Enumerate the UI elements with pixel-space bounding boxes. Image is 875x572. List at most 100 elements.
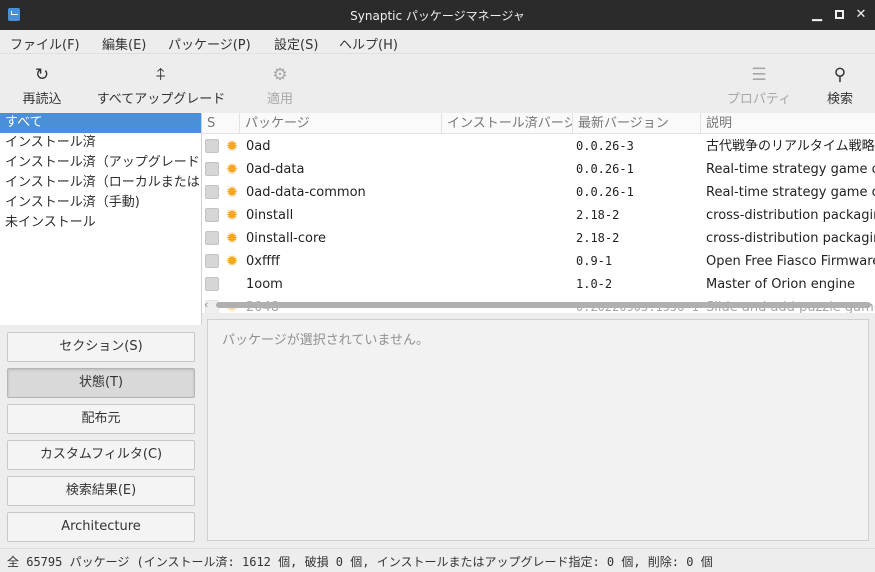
latest-version-cell: 1.0-2 bbox=[576, 277, 613, 291]
latest-version-cell: 0.0.26-1 bbox=[576, 185, 634, 199]
latest-version-cell: 2.18-2 bbox=[576, 208, 620, 222]
installed-version-cell bbox=[448, 181, 573, 204]
status-button[interactable]: 状態(T) bbox=[7, 368, 195, 398]
menu-settings[interactable]: 設定(S) bbox=[274, 34, 318, 53]
installed-version-cell bbox=[448, 135, 573, 158]
package-details-pane: パッケージが選択されていません。 bbox=[207, 319, 869, 541]
status-text: 全 65795 パッケージ (インストール済: 1612 個, 破損 0 個, … bbox=[7, 555, 713, 569]
section-button[interactable]: セクション(S) bbox=[7, 332, 195, 362]
supported-package-icon: ✹ bbox=[225, 229, 239, 247]
description-cell: Real-time strategy game of ancient warfa… bbox=[706, 162, 875, 177]
filter-item-installed[interactable]: インストール済 bbox=[0, 133, 201, 153]
filter-item-installed-local[interactable]: インストール済（ローカルまたは bbox=[0, 173, 201, 193]
search-results-button[interactable]: 検索結果(E) bbox=[7, 476, 195, 506]
upgrade-all-button[interactable]: ⍏ すべてアップグレード bbox=[92, 54, 230, 113]
description-cell: cross-distribution packaging system bbox=[706, 208, 875, 223]
description-cell: Open Free Fiasco Firmware Flasher bbox=[706, 254, 875, 269]
supported-package-icon: ✹ bbox=[225, 160, 239, 178]
custom-filter-button[interactable]: カスタムフィルタ(C) bbox=[7, 440, 195, 470]
package-checkbox[interactable] bbox=[205, 139, 219, 153]
package-name-cell: 0ad-data-common bbox=[246, 185, 366, 200]
latest-version-cell: 0.0.26-1 bbox=[576, 162, 634, 176]
reload-icon: ↻ bbox=[34, 65, 50, 85]
latest-version-cell: 2.18-2 bbox=[576, 231, 620, 245]
installed-version-cell bbox=[448, 204, 573, 227]
search-icon: ⚲ bbox=[833, 65, 847, 85]
table-row[interactable]: ✹ 0ad-data-common 0.0.26-1 Real-time strate… bbox=[202, 181, 875, 204]
close-icon[interactable]: ✕ bbox=[852, 6, 870, 24]
window-title: Synaptic パッケージマネージャ bbox=[350, 9, 525, 23]
architecture-button[interactable]: Architecture bbox=[7, 512, 195, 542]
reload-label: 再読込 bbox=[22, 92, 62, 107]
filter-item-installed-manual[interactable]: インストール済（手動) bbox=[0, 193, 201, 213]
minimize-icon[interactable]: ▁ bbox=[808, 6, 826, 24]
apply-label: 適用 bbox=[266, 92, 293, 107]
package-checkbox[interactable] bbox=[205, 231, 219, 245]
properties-button[interactable]: ☰ プロパティ bbox=[722, 54, 796, 113]
reload-button[interactable]: ↻ 再読込 bbox=[14, 54, 70, 113]
filter-item-all[interactable]: すべて bbox=[0, 113, 201, 133]
table-header: S パッケージ インストール済バージョン 最新バージョン 説明 bbox=[202, 113, 875, 134]
package-checkbox[interactable] bbox=[205, 208, 219, 222]
table-row[interactable]: 1oom 1.0-2 Master of Orion engine bbox=[202, 273, 875, 296]
package-name-cell: 0install-core bbox=[246, 231, 327, 246]
table-horizontal-scrollbar[interactable]: ‹ bbox=[202, 299, 875, 313]
maximize-icon[interactable] bbox=[830, 6, 848, 24]
upgrade-icon: ⍏ bbox=[155, 65, 167, 85]
description-cell: Master of Orion engine bbox=[706, 277, 856, 292]
column-header-latest-version[interactable]: 最新バージョン bbox=[573, 113, 701, 134]
table-row[interactable]: ✹ 0install-core 2.18-2 cross-distribution p… bbox=[202, 227, 875, 250]
table-row[interactable]: ✹ 0install 2.18-2 cross-distribution packag… bbox=[202, 204, 875, 227]
supported-package-icon: ✹ bbox=[225, 137, 239, 155]
package-checkbox[interactable] bbox=[205, 277, 219, 291]
filter-item-installed-upgradable[interactable]: インストール済（アップグレード bbox=[0, 153, 201, 173]
installed-version-cell bbox=[448, 158, 573, 181]
filter-list: すべて インストール済 インストール済（アップグレード インストール済（ローカル… bbox=[0, 113, 202, 325]
package-name-cell: 0ad-data bbox=[246, 162, 305, 177]
apply-gears-icon: ⚙ bbox=[272, 65, 288, 85]
supported-package-icon: ✹ bbox=[225, 183, 239, 201]
apply-button[interactable]: ⚙ 適用 bbox=[258, 54, 302, 113]
title-bar: Synaptic パッケージマネージャ ▁ ✕ bbox=[0, 0, 875, 30]
search-label: 検索 bbox=[826, 92, 853, 107]
package-checkbox[interactable] bbox=[205, 254, 219, 268]
table-row[interactable]: ✹ 0ad 0.0.26-3 古代戦争のリアルタイム戦略ゲーム bbox=[202, 135, 875, 158]
column-header-s[interactable]: S bbox=[202, 113, 240, 134]
latest-version-cell: 0.0.26-3 bbox=[576, 139, 634, 153]
description-cell: Real-time strategy game of ancient warfa… bbox=[706, 185, 875, 200]
description-cell: cross-distribution packaging system bbox=[706, 231, 875, 246]
package-name-cell: 0install bbox=[246, 208, 294, 223]
package-table: S パッケージ インストール済バージョン 最新バージョン 説明 ✹ 0ad 0.0.… bbox=[202, 113, 875, 313]
upgrade-all-label: すべてアップグレード bbox=[96, 92, 226, 107]
package-checkbox[interactable] bbox=[205, 162, 219, 176]
latest-version-cell: 0.9-1 bbox=[576, 254, 613, 268]
menu-file[interactable]: ファイル(F) bbox=[10, 34, 80, 53]
filter-item-not-installed[interactable]: 未インストール bbox=[0, 213, 201, 233]
supported-package-icon: ✹ bbox=[225, 252, 239, 270]
table-row[interactable]: ✹ 0xffff 0.9-1 Open Free Fiasco Firmware Fl… bbox=[202, 250, 875, 273]
menu-edit[interactable]: 編集(E) bbox=[102, 34, 146, 53]
no-package-selected-message: パッケージが選択されていません。 bbox=[222, 333, 429, 348]
package-name-cell: 0xffff bbox=[246, 254, 280, 269]
installed-version-cell bbox=[448, 273, 573, 296]
column-header-description[interactable]: 説明 bbox=[701, 113, 875, 134]
menu-bar: ファイル(F) 編集(E) パッケージ(P) 設定(S) ヘルプ(H) bbox=[0, 30, 875, 54]
toolbar: ↻ 再読込 ⍏ すべてアップグレード ⚙ 適用 ☰ プロパティ ⚲ 検索 bbox=[0, 54, 875, 113]
package-name-cell: 0ad bbox=[246, 139, 271, 154]
search-button[interactable]: ⚲ 検索 bbox=[818, 54, 862, 113]
installed-version-cell bbox=[448, 227, 573, 250]
table-row[interactable]: ✹ 0ad-data 0.0.26-1 Real-time strategy game… bbox=[202, 158, 875, 181]
package-checkbox[interactable] bbox=[205, 185, 219, 199]
menu-help[interactable]: ヘルプ(H) bbox=[339, 34, 398, 53]
menu-package[interactable]: パッケージ(P) bbox=[168, 34, 251, 53]
status-bar: 全 65795 パッケージ (インストール済: 1612 個, 破損 0 個, … bbox=[0, 548, 875, 572]
scrollbar-thumb[interactable] bbox=[216, 302, 871, 308]
scroll-left-icon[interactable]: ‹ bbox=[204, 299, 208, 311]
installed-version-cell bbox=[448, 250, 573, 273]
description-cell: 古代戦争のリアルタイム戦略ゲーム bbox=[706, 139, 875, 154]
column-header-package[interactable]: パッケージ bbox=[240, 113, 442, 134]
package-name-cell: 1oom bbox=[246, 277, 283, 292]
properties-label: プロパティ bbox=[726, 92, 792, 107]
column-header-installed-version[interactable]: インストール済バージョン bbox=[442, 113, 573, 134]
origin-button[interactable]: 配布元 bbox=[7, 404, 195, 434]
